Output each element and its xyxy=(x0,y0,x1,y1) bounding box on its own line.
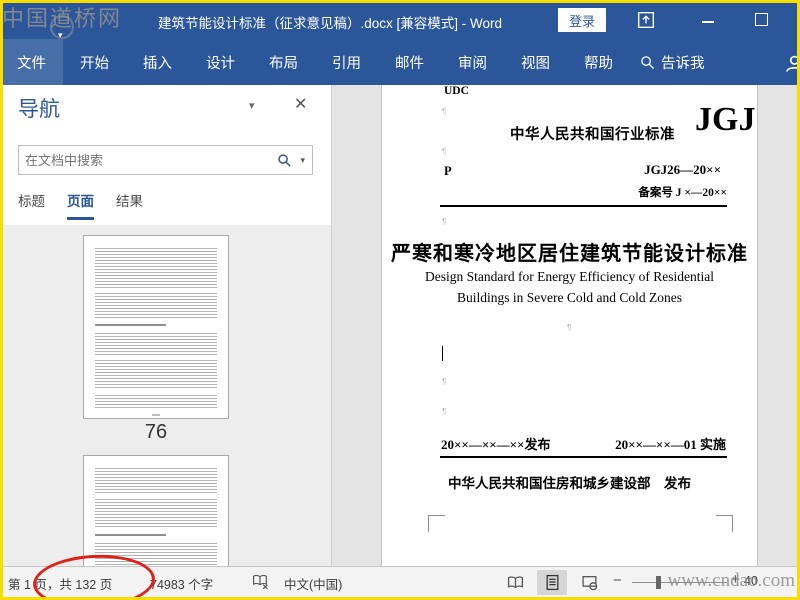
minimize-button[interactable] xyxy=(702,21,714,23)
navigation-pane: 导航 ▾ ✕ ▾ 标题 页面 结果 xyxy=(3,85,332,566)
navigation-close-icon[interactable]: ✕ xyxy=(294,94,307,114)
issue-date: 20××—××—××发布 xyxy=(441,437,551,452)
word-window: ▾ 建筑节能设计标准（征求意见稿）.docx [兼容模式] - Word 登录 … xyxy=(0,0,800,600)
zoom-out-button[interactable]: − xyxy=(613,572,622,589)
udc-label: UDC xyxy=(444,85,469,97)
print-layout-button[interactable] xyxy=(537,570,567,595)
text-boundary-corner-left xyxy=(428,515,445,532)
search-magnifier-icon[interactable] xyxy=(277,153,292,168)
nav-tab-headings[interactable]: 标题 xyxy=(18,190,45,220)
page-total: 共 132 页 xyxy=(59,578,113,592)
sign-in-button[interactable]: 登录 xyxy=(558,8,606,32)
navigation-options-caret-icon[interactable]: ▾ xyxy=(249,99,255,112)
paragraph-mark: ¶ xyxy=(442,107,447,116)
tab-design[interactable]: 设计 xyxy=(189,39,252,86)
divider-line-top xyxy=(440,205,727,207)
tell-me-label: 告诉我 xyxy=(661,56,705,72)
zoom-slider-thumb[interactable] xyxy=(656,576,661,589)
ribbon-tab-bar: 文件 开始 插入 设计 布局 引用 邮件 审阅 视图 帮助 告诉我 xyxy=(0,39,800,86)
thumbnail-page-number: 76 xyxy=(144,421,168,443)
paragraph-mark: ¶ xyxy=(442,217,447,226)
paragraph-mark: ¶ xyxy=(567,323,572,332)
tell-me-box[interactable]: 告诉我 xyxy=(630,39,715,86)
text-boundary-corner-right xyxy=(716,515,733,532)
zoom-in-button[interactable]: + xyxy=(731,571,740,588)
document-area: UDC 中华人民共和国行业标准 JGJ P JGJ26—20×× 备案号 J ×… xyxy=(332,85,797,566)
page-thumbnail-list: 76 xyxy=(3,225,331,566)
document-title-english-line2: Buildings in Severe Cold and Cold Zones xyxy=(457,290,682,305)
ribbon-display-options-icon[interactable] xyxy=(637,11,655,29)
proofing-errors-icon[interactable] xyxy=(252,573,269,590)
implement-date: 20××—××—01 实施 xyxy=(615,437,726,452)
divider-line-bottom xyxy=(440,456,727,458)
zoom-percentage[interactable]: 40 xyxy=(744,574,758,588)
record-number: 备案号 J ×—20×× xyxy=(638,187,727,199)
nav-tab-results[interactable]: 结果 xyxy=(116,190,143,220)
publisher-line: 中华人民共和国住房和城乡建设部 发布 xyxy=(448,476,691,491)
document-title-chinese: 严寒和寒冷地区居住建筑节能设计标准 xyxy=(391,243,748,265)
web-layout-button[interactable] xyxy=(574,570,604,595)
zoom-slider-track[interactable] xyxy=(632,582,727,583)
search-input[interactable] xyxy=(19,152,278,168)
paragraph-mark: ¶ xyxy=(442,407,447,416)
status-bar: 第 1 页，共 132 页 74983 个字 中文(中国) − + 40 xyxy=(0,566,800,600)
search-options-caret-icon[interactable]: ▾ xyxy=(300,155,305,166)
document-page[interactable]: UDC 中华人民共和国行业标准 JGJ P JGJ26—20×× 备案号 J ×… xyxy=(381,85,758,566)
tab-insert[interactable]: 插入 xyxy=(126,39,189,86)
tab-help[interactable]: 帮助 xyxy=(567,39,630,86)
navigation-pane-title: 导航 xyxy=(18,98,60,121)
standard-type-heading: 中华人民共和国行业标准 xyxy=(510,127,675,143)
standard-number: JGJ26—20×× xyxy=(644,162,721,177)
jgj-logo-text: JGJ xyxy=(695,101,756,138)
tab-view[interactable]: 视图 xyxy=(504,39,567,86)
tab-references[interactable]: 引用 xyxy=(315,39,378,86)
p-label: P xyxy=(444,164,452,178)
maximize-button[interactable] xyxy=(755,13,768,26)
window-title: 建筑节能设计标准（征求意见稿）.docx [兼容模式] - Word xyxy=(157,16,503,31)
paragraph-mark: ¶ xyxy=(442,147,447,156)
page-indicator[interactable]: 第 1 页，共 132 页 xyxy=(8,574,112,593)
page-thumbnail-76[interactable] xyxy=(83,235,229,419)
tab-home[interactable]: 开始 xyxy=(63,39,126,86)
page-thumbnail-77[interactable] xyxy=(83,455,229,566)
tab-layout[interactable]: 布局 xyxy=(252,39,315,86)
search-icon xyxy=(640,55,655,70)
document-search-box: ▾ xyxy=(18,145,313,175)
navigation-tabs: 标题 页面 结果 xyxy=(18,190,143,220)
paragraph-mark: ¶ xyxy=(442,377,447,386)
tab-review[interactable]: 审阅 xyxy=(441,39,504,86)
tab-mailings[interactable]: 邮件 xyxy=(378,39,441,86)
nav-tab-pages[interactable]: 页面 xyxy=(67,190,94,220)
text-cursor xyxy=(442,346,443,361)
document-title-english-line1: Design Standard for Energy Efficiency of… xyxy=(425,269,714,284)
title-bar: ▾ 建筑节能设计标准（征求意见稿）.docx [兼容模式] - Word 登录 xyxy=(0,0,800,40)
read-mode-button[interactable] xyxy=(500,570,530,595)
tab-file[interactable]: 文件 xyxy=(0,39,63,86)
page-position: 第 1 页， xyxy=(8,578,60,592)
share-person-icon[interactable] xyxy=(780,54,800,74)
language-indicator[interactable]: 中文(中国) xyxy=(284,574,342,593)
word-count[interactable]: 74983 个字 xyxy=(150,574,213,593)
